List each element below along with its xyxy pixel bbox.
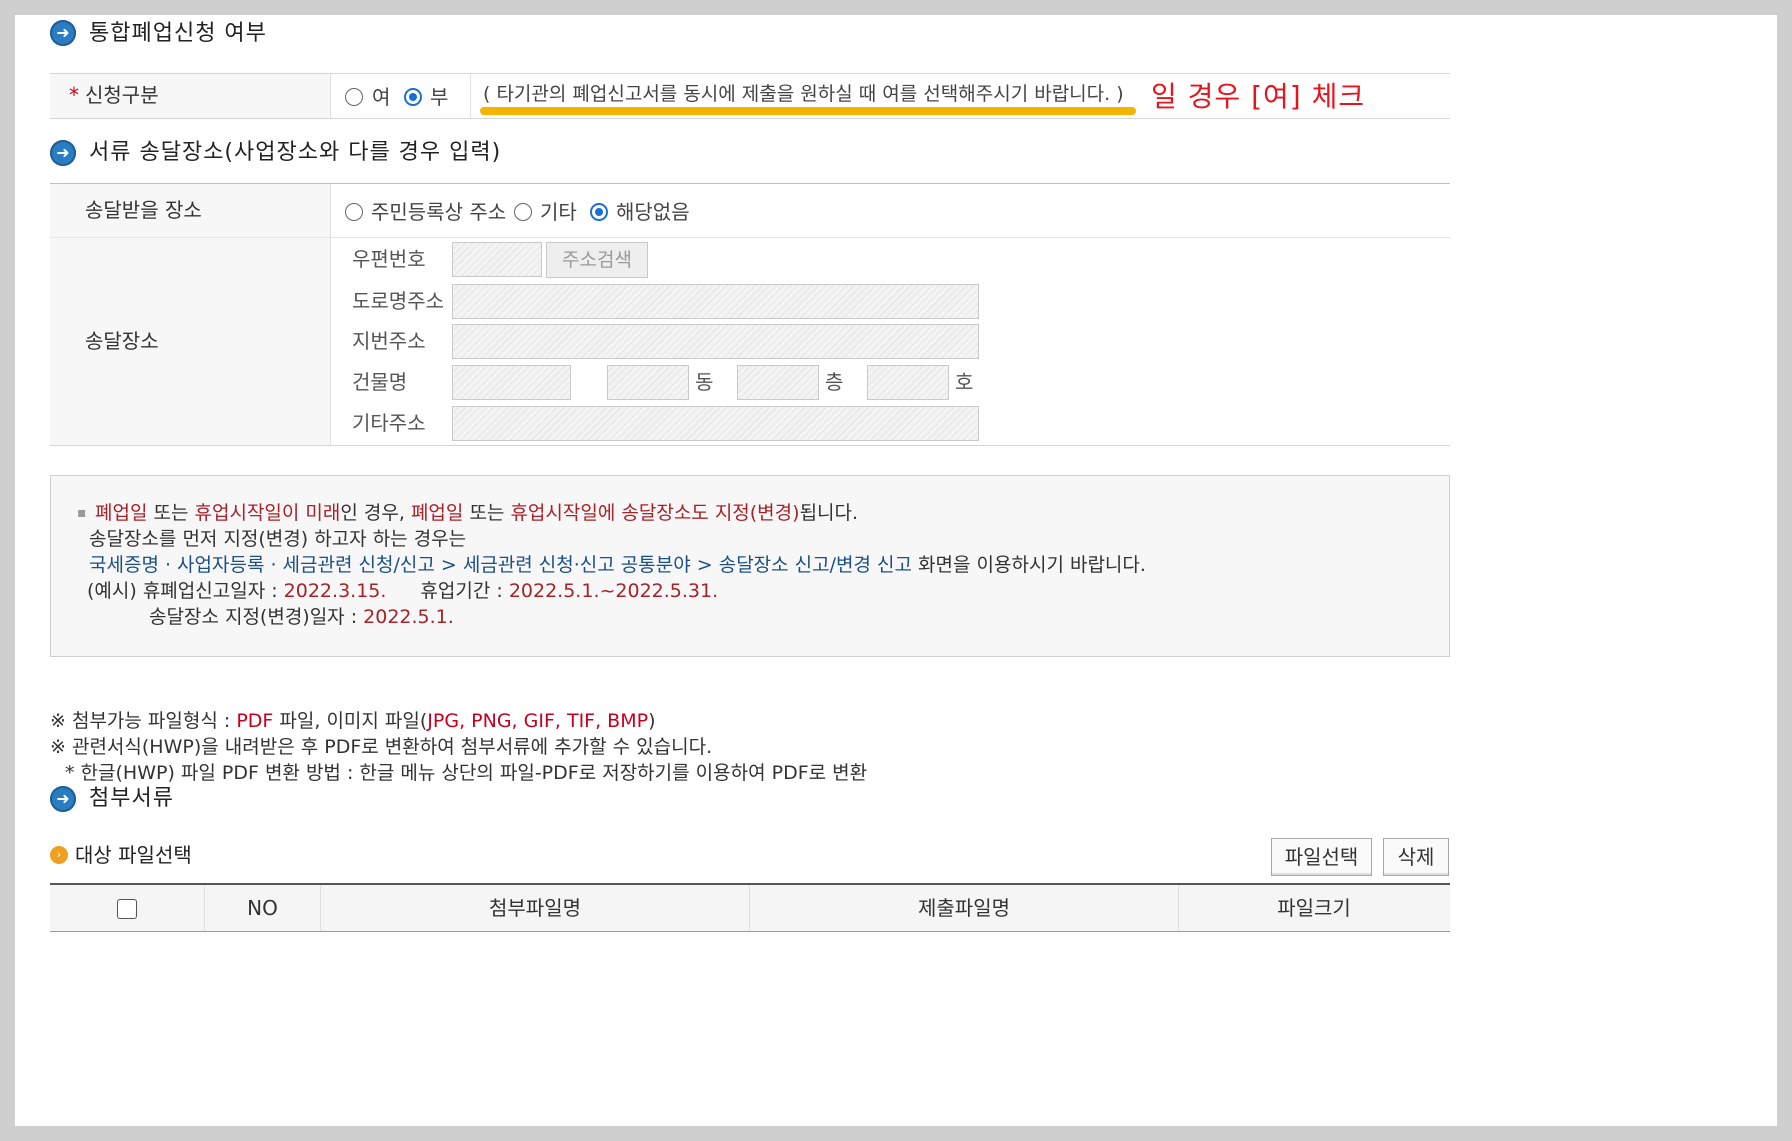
delete-button[interactable]: 삭제 xyxy=(1383,838,1449,876)
arrow-right-icon: ➜ xyxy=(50,140,76,166)
notice-menu-link[interactable]: 국세증명 · 사업자등록 · 세금관련 신청/신고 > 세금관련 신청·신고 공… xyxy=(89,554,912,576)
notice-line-3: 국세증명 · 사업자등록 · 세금관련 신청/신고 > 세금관련 신청·신고 공… xyxy=(89,552,1146,578)
notice-bullet: ▪ xyxy=(77,505,87,521)
notice-text: 송달장소 지정(변경)일자 : xyxy=(149,606,364,628)
notice-line-2: 송달장소를 먼저 지정(변경) 하고자 하는 경우는 xyxy=(89,528,467,550)
notice-text: 휴업시작일이 미래 xyxy=(194,502,341,524)
divider xyxy=(50,118,1450,119)
radio-other-label: 기타 xyxy=(540,200,577,224)
highlight-underline xyxy=(480,107,1136,115)
road-address-label: 도로명주소 xyxy=(352,289,444,313)
hwp-method-note: * 한글(HWP) 파일 PDF 변환 방법 : 한글 메뉴 상단의 파일-PD… xyxy=(65,762,868,784)
column-header-no: NO xyxy=(247,896,278,920)
chevron-right-icon: › xyxy=(50,846,68,864)
note-text: PDF xyxy=(236,710,274,732)
divider xyxy=(470,74,471,118)
ho-suffix: 호 xyxy=(955,370,974,394)
notice-date: 2022.5.1.~2022.5.31. xyxy=(508,580,719,602)
floor-input[interactable] xyxy=(737,365,819,400)
zip-label: 우편번호 xyxy=(352,247,426,271)
zip-input[interactable] xyxy=(452,242,542,277)
notice-date: 2022.5.1. xyxy=(363,606,454,628)
divider xyxy=(330,184,331,445)
target-file-select-label: 대상 파일선택 xyxy=(75,843,192,867)
arrow-right-icon: ➜ xyxy=(50,20,76,46)
note-text: ※ 첨부가능 파일형식 : xyxy=(50,710,237,732)
column-header-submitted-filename: 제출파일명 xyxy=(918,896,1010,920)
dong-input[interactable] xyxy=(607,365,689,400)
radio-no[interactable] xyxy=(404,88,422,106)
arrow-right-icon: ➜ xyxy=(50,786,76,812)
annotation-text: 일 경우 [여] 체크 xyxy=(1151,80,1366,113)
note-text: 파일, 이미지 파일( xyxy=(273,710,428,732)
notice-line-1: 폐업일 또는 휴업시작일이 미래인 경우, 폐업일 또는 휴업시작일에 송달장소… xyxy=(95,500,858,526)
select-all-checkbox[interactable] xyxy=(117,899,137,919)
notice-line-4: (예시) 휴폐업신고일자 : 2022.3.15. 휴업기간 : 2022.5.1… xyxy=(87,578,718,604)
section-title-integrated: 통합폐업신청 여부 xyxy=(89,21,267,46)
radio-resident-address[interactable] xyxy=(345,203,363,221)
building-name-input[interactable] xyxy=(452,365,571,400)
file-select-button[interactable]: 파일선택 xyxy=(1271,838,1372,876)
notice-text: (예시) 휴폐업신고일자 : xyxy=(87,580,284,602)
address-search-button[interactable]: 주소검색 xyxy=(546,242,648,278)
divider xyxy=(330,74,331,118)
notice-text: 또는 xyxy=(147,502,195,524)
notice-text: 폐업일 xyxy=(410,502,464,524)
radio-yes-label: 여 xyxy=(372,85,391,109)
hwp-convert-note: ※ 관련서식(HWP)을 내려받은 후 PDF로 변환하여 첨부서류에 추가할 … xyxy=(50,736,713,758)
notice-text: 휴업기간 : xyxy=(420,580,509,602)
dong-suffix: 동 xyxy=(695,370,714,394)
notice-text: 화면을 이용하시기 바랍니다. xyxy=(912,554,1146,576)
radio-no-label: 부 xyxy=(430,85,449,109)
other-address-label: 기타주소 xyxy=(352,411,426,435)
page-frame: ➜ 통합폐업신청 여부 * 신청구분 여 부 ( 타기관의 폐업신고서를 동시에… xyxy=(15,15,1777,1126)
notice-text: 인 경우, xyxy=(340,502,411,524)
section-title-delivery: 서류 송달장소(사업장소와 다를 경우 입력) xyxy=(89,140,502,165)
section-title-attachments: 첨부서류 xyxy=(89,786,174,811)
radio-none-label: 해당없음 xyxy=(616,200,690,224)
radio-none[interactable] xyxy=(590,203,608,221)
notice-line-5: 송달장소 지정(변경)일자 : 2022.5.1. xyxy=(149,604,454,630)
application-type-label: 신청구분 xyxy=(85,83,159,107)
divider xyxy=(50,237,1450,238)
column-header-filesize: 파일크기 xyxy=(1277,896,1351,920)
radio-other[interactable] xyxy=(514,203,532,221)
lot-address-label: 지번주소 xyxy=(352,329,426,353)
notice-text: 폐업일 xyxy=(95,502,148,524)
integrated-hint: ( 타기관의 폐업신고서를 동시에 제출을 원하실 때 여를 선택해주시기 바랍… xyxy=(483,83,1124,105)
notice-text: 또는 xyxy=(463,502,511,524)
delivery-place-label: 송달받을 장소 xyxy=(85,198,202,222)
radio-resident-address-label: 주민등록상 주소 xyxy=(371,200,507,224)
notice-text: 휴업시작일에 송달장소도 지정(변경) xyxy=(510,502,800,524)
radio-yes[interactable] xyxy=(345,88,363,106)
floor-suffix: 층 xyxy=(825,370,844,394)
notice-text: 됩니다. xyxy=(799,502,859,524)
note-text: ) xyxy=(648,710,656,732)
notice-date: 2022.3.15. xyxy=(283,580,387,602)
lot-address-input[interactable] xyxy=(452,324,979,359)
road-address-input[interactable] xyxy=(452,284,979,319)
building-name-label: 건물명 xyxy=(352,370,408,394)
divider xyxy=(50,445,1450,446)
column-header-attached-filename: 첨부파일명 xyxy=(489,896,581,920)
delivery-address-label: 송달장소 xyxy=(85,329,159,353)
other-address-input[interactable] xyxy=(452,406,979,441)
required-mark: * xyxy=(69,83,79,107)
file-format-note: ※ 첨부가능 파일형식 : PDF 파일, 이미지 파일(JPG, PNG, G… xyxy=(50,708,656,734)
note-text: JPG, PNG, GIF, TIF, BMP xyxy=(427,710,649,732)
ho-input[interactable] xyxy=(867,365,949,400)
